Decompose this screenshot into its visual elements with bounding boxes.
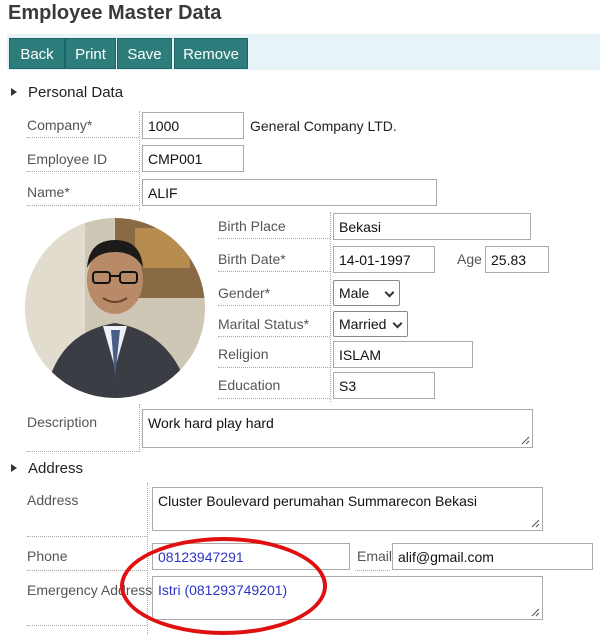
name-label: Name* xyxy=(27,184,70,200)
chevron-down-icon xyxy=(384,287,395,298)
caret-right-icon[interactable] xyxy=(11,88,17,96)
divider xyxy=(330,212,331,402)
gender-selected-value: Male xyxy=(339,285,370,301)
description-text: Work hard play hard xyxy=(148,415,274,431)
remove-button[interactable]: Remove xyxy=(174,38,248,69)
resize-grip-icon[interactable] xyxy=(531,608,540,617)
description-textarea[interactable]: Work hard play hard xyxy=(142,409,533,448)
religion-input[interactable]: ISLAM xyxy=(333,341,473,368)
section-personal-data[interactable]: Personal Data xyxy=(28,84,123,101)
divider xyxy=(27,536,147,537)
employee-id-input[interactable]: CMP001 xyxy=(142,145,244,172)
marital-status-select[interactable]: Married xyxy=(333,311,408,337)
address-text: Cluster Boulevard perumahan Summarecon B… xyxy=(158,493,478,509)
caret-right-icon[interactable] xyxy=(11,464,17,472)
education-label: Education xyxy=(218,377,281,393)
back-button[interactable]: Back xyxy=(9,38,65,69)
age-input[interactable]: 25.83 xyxy=(485,246,549,273)
divider xyxy=(139,404,140,452)
company-name: General Company LTD. xyxy=(250,118,397,134)
birth-date-input[interactable]: 14-01-1997 xyxy=(333,246,435,273)
birth-place-label: Birth Place xyxy=(218,218,286,234)
divider xyxy=(218,367,330,368)
divider xyxy=(139,111,140,211)
phone-label: Phone xyxy=(27,548,68,564)
marital-status-label: Marital Status* xyxy=(218,316,310,332)
resize-grip-icon[interactable] xyxy=(521,436,530,445)
divider xyxy=(27,451,139,452)
address-textarea[interactable]: Cluster Boulevard perumahan Summarecon B… xyxy=(152,487,543,531)
company-input[interactable]: 1000 xyxy=(142,112,244,139)
divider xyxy=(355,570,390,571)
education-input[interactable]: S3 xyxy=(333,372,435,399)
name-input[interactable]: ALIF xyxy=(142,179,437,206)
gender-select[interactable]: Male xyxy=(333,280,400,306)
divider xyxy=(218,398,330,399)
section-address[interactable]: Address xyxy=(28,460,83,477)
birth-place-input[interactable]: Bekasi xyxy=(333,213,531,240)
divider xyxy=(218,305,330,306)
employee-id-label: Employee ID xyxy=(27,151,108,167)
divider xyxy=(218,271,330,272)
page-title: Employee Master Data xyxy=(8,2,222,24)
divider xyxy=(27,205,139,206)
marital-selected-value: Married xyxy=(339,316,387,332)
religion-label: Religion xyxy=(218,346,269,362)
divider xyxy=(218,238,330,239)
resize-grip-icon[interactable] xyxy=(531,519,540,528)
save-button[interactable]: Save xyxy=(117,38,172,69)
employee-photo xyxy=(25,218,205,398)
divider xyxy=(27,137,139,138)
divider xyxy=(27,625,147,626)
company-label: Company* xyxy=(27,117,93,133)
description-label: Description xyxy=(27,414,98,430)
address-label: Address xyxy=(27,492,79,508)
email-input[interactable]: alif@gmail.com xyxy=(392,543,593,570)
annotation-circle xyxy=(120,537,327,635)
divider xyxy=(218,336,330,337)
divider xyxy=(27,171,139,172)
print-button[interactable]: Print xyxy=(65,38,116,69)
gender-label: Gender* xyxy=(218,285,271,301)
email-label: Email xyxy=(357,548,393,564)
birth-date-label: Birth Date* xyxy=(218,251,286,267)
age-label: Age xyxy=(457,251,482,267)
chevron-down-icon xyxy=(392,318,403,329)
